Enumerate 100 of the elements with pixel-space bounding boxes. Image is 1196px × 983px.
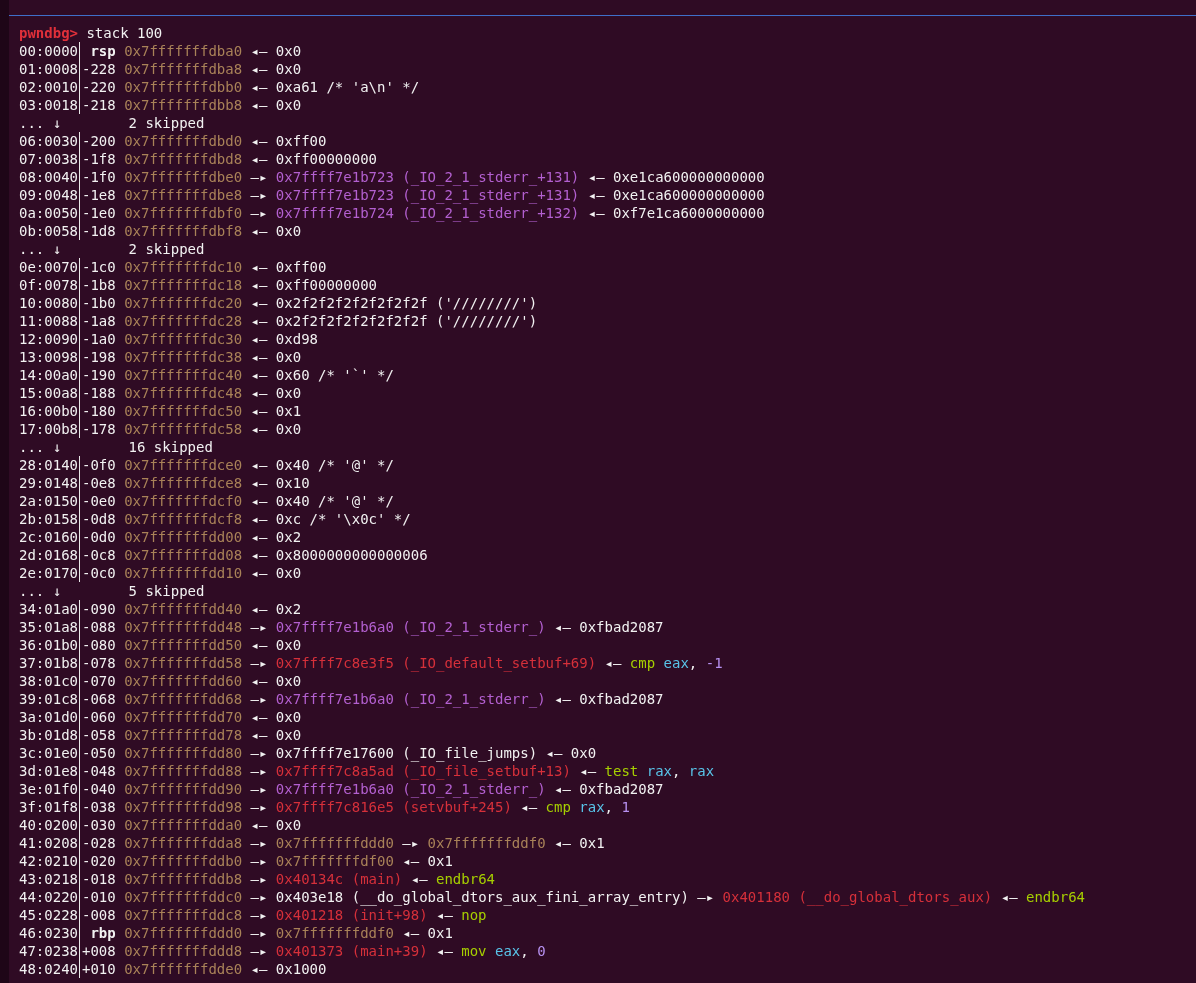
stack-address: 0x7fffffffdbf0	[124, 204, 243, 222]
instruction-mnemonic: endbr64	[436, 870, 495, 888]
frame-offset: -200	[79, 132, 116, 150]
code-pointer: 0x7ffff7c8e3f5 (_IO_default_setbuf+69)	[275, 654, 597, 672]
stack-index: 16:00b0	[19, 402, 78, 420]
stack-index: 15:00a8	[19, 384, 78, 402]
data-pointer: 0x7ffff7e1b6a0 (_IO_2_1_stderr_)	[275, 780, 546, 798]
stack-address: 0x7fffffffdbe0	[124, 168, 243, 186]
frame-offset: -030	[79, 816, 116, 834]
frame-offset: -0d0	[79, 528, 116, 546]
stack-address: 0x7fffffffdd78	[124, 726, 243, 744]
operand-separator: ,	[688, 654, 698, 672]
skip-count: 16 skipped	[128, 438, 213, 456]
stack-index: 44:0220	[19, 888, 78, 906]
frame-offset: -040	[79, 780, 116, 798]
stack-index: 48:0240	[19, 960, 78, 978]
operand-separator: ,	[520, 942, 529, 960]
value-text: 0x0	[275, 816, 302, 834]
frame-offset: -1d8	[79, 222, 116, 240]
immediate-value: -1	[705, 654, 723, 672]
skip-marker: ... ↓	[19, 582, 63, 600]
frame-offset: -190	[79, 366, 116, 384]
pointer-arrow: ◂—	[520, 798, 538, 816]
value-text: 0x40 /* '@' */	[275, 492, 394, 510]
immediate-value: 1	[621, 798, 630, 816]
pointer-arrow: —▸	[250, 852, 268, 870]
value-text: 0x0	[275, 420, 302, 438]
register-name: rax	[688, 762, 715, 780]
stack-address: 0x7fffffffdbd0	[124, 132, 243, 150]
pointer-arrow: —▸	[697, 888, 715, 906]
frame-offset: -090	[79, 600, 116, 618]
stack-address: 0x7fffffffdbf8	[124, 222, 243, 240]
value-text: 0xfbad2087	[579, 618, 664, 636]
skip-count: 5 skipped	[128, 582, 205, 600]
pointer-arrow: —▸	[250, 744, 268, 762]
command-text: stack 100	[86, 24, 163, 42]
data-pointer: 0x7ffff7e1b6a0 (_IO_2_1_stderr_)	[275, 618, 546, 636]
pointer-arrow: ◂—	[402, 924, 420, 942]
stack-index: 3d:01e8	[19, 762, 78, 780]
data-pointer: 0x7ffff7e1b723 (_IO_2_1_stderr_+131)	[275, 168, 580, 186]
immediate-value: 0	[537, 942, 546, 960]
stack-index: 40:0200	[19, 816, 78, 834]
pointer-arrow: ◂—	[250, 258, 268, 276]
pointer-arrow: ◂—	[250, 150, 268, 168]
stack-index: 00:0000	[19, 42, 78, 60]
pointer-arrow: ◂—	[250, 528, 268, 546]
value-text: 0xe1ca600000000000	[613, 168, 765, 186]
value-text: 0x10	[275, 474, 310, 492]
stack-address: 0x7fffffffddc8	[124, 906, 243, 924]
stack-address: 0x7fffffffdd60	[124, 672, 243, 690]
value-text: 0x0	[275, 348, 302, 366]
stack-index: 01:0008	[19, 60, 78, 78]
frame-offset: -188	[79, 384, 116, 402]
pointer-arrow: ◂—	[250, 564, 268, 582]
pointer-arrow: ◂—	[250, 510, 268, 528]
pointer-arrow: ◂—	[554, 834, 571, 852]
stack-address: 0x7fffffffdd08	[124, 546, 243, 564]
value-text: 0x2f2f2f2f2f2f2f2f ('////////')	[275, 294, 538, 312]
pointer-arrow: —▸	[250, 654, 268, 672]
pointer-arrow: ◂—	[250, 42, 268, 60]
value-text: 0x0	[275, 726, 302, 744]
frame-offset: -198	[79, 348, 116, 366]
stack-index: 03:0018	[19, 96, 78, 114]
value-text: 0x1	[275, 402, 302, 420]
stack-address: 0x7fffffffdc28	[124, 312, 243, 330]
stack-address: 0x7fffffffdba0	[124, 42, 243, 60]
register-name: rbp	[79, 924, 116, 942]
stack-address: 0x7fffffffdda0	[124, 816, 243, 834]
frame-offset: -018	[79, 870, 116, 888]
stack-address: 0x7fffffffdcf0	[124, 492, 243, 510]
pointer-arrow: ◂—	[250, 672, 268, 690]
stack-index: 3b:01d8	[19, 726, 78, 744]
pointer-arrow: ◂—	[250, 420, 268, 438]
skip-marker: ... ↓	[19, 114, 63, 132]
pointer-arrow: ◂—	[554, 618, 571, 636]
stack-index: 43:0218	[19, 870, 78, 888]
value-text: 0x7ffff7e17600 (_IO_file_jumps)	[275, 744, 538, 762]
code-pointer: 0x7ffff7c816e5 (setvbuf+245)	[275, 798, 512, 816]
stack-index: 2d:0168	[19, 546, 78, 564]
code-pointer: 0x40134c (main)	[275, 870, 403, 888]
value-text: 0x2	[275, 528, 302, 546]
pointer-arrow: —▸	[250, 618, 268, 636]
stack-index: 07:0038	[19, 150, 78, 168]
code-pointer: 0x401373 (main+39)	[275, 942, 428, 960]
value-text: 0xc /* '\x0c' */	[275, 510, 411, 528]
register-name: eax	[495, 942, 521, 960]
stack-address: 0x7fffffffddd0	[275, 834, 394, 852]
frame-offset: -078	[79, 654, 116, 672]
value-text: 0x0	[275, 672, 302, 690]
stack-address: 0x7fffffffdde0	[124, 960, 243, 978]
pointer-arrow: —▸	[402, 834, 420, 852]
pointer-arrow: ◂—	[250, 330, 268, 348]
frame-offset: +010	[79, 960, 116, 978]
pointer-arrow: ◂—	[402, 852, 420, 870]
value-text: 0x0	[275, 708, 302, 726]
stack-address: 0x7fffffffdf00	[275, 852, 394, 870]
stack-address: 0x7fffffffdd00	[124, 528, 243, 546]
pointer-arrow: ◂—	[587, 186, 605, 204]
frame-offset: -1a0	[79, 330, 116, 348]
register-name: rsp	[79, 42, 116, 60]
